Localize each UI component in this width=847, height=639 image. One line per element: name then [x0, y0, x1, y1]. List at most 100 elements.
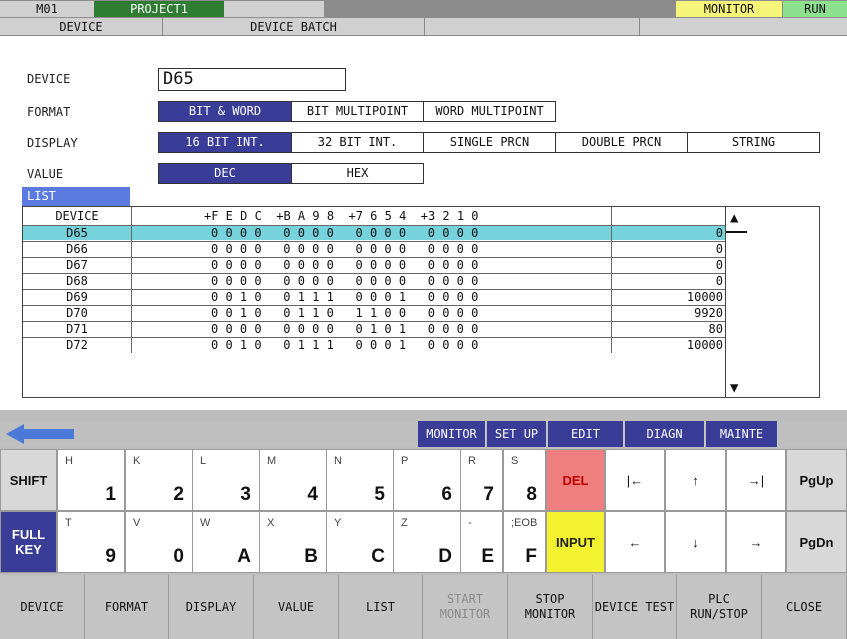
row-bits: 0 0 1 0 0 1 1 1 0 0 0 1 0 0 0 0	[131, 290, 611, 305]
nav-mainte[interactable]: MAINTE	[706, 421, 778, 447]
pgup-key[interactable]: PgUp	[786, 449, 847, 511]
scrollbar[interactable]: ▲ ▼	[725, 207, 747, 397]
fkey-device-test[interactable]: DEVICE TEST	[593, 575, 677, 639]
row-value: 0	[611, 242, 724, 257]
key-f[interactable]: ;EOB F	[503, 511, 546, 573]
list-label: LIST	[22, 187, 130, 206]
row-bits: 0 0 0 0 0 0 0 0 0 0 0 0 0 0 0 0	[131, 274, 611, 289]
table-row[interactable]: D65 0 0 0 0 0 0 0 0 0 0 0 0 0 0 0 00	[23, 225, 725, 241]
row-value: 0	[611, 258, 724, 273]
up-key[interactable]: ↑	[665, 449, 726, 511]
table-row[interactable]: D69 0 0 1 0 0 1 1 1 0 0 0 1 0 0 0 0 10000	[23, 289, 725, 305]
display-32bit[interactable]: 32 BIT INT.	[291, 132, 424, 153]
key-e[interactable]: -E	[460, 511, 503, 573]
home-key[interactable]: |←	[605, 449, 665, 511]
row-device: D67	[66, 258, 88, 272]
table-row[interactable]: D66 0 0 0 0 0 0 0 0 0 0 0 0 0 0 0 00	[23, 241, 725, 257]
format-word-multipoint[interactable]: WORD MULTIPOINT	[423, 101, 556, 122]
full-key[interactable]: FULL KEY	[0, 511, 57, 573]
tab-device-batch[interactable]: DEVICE BATCH	[163, 18, 425, 36]
nav-monitor[interactable]: MONITOR	[418, 421, 486, 447]
fkey-close[interactable]: CLOSE	[762, 575, 847, 639]
row-device: D65	[66, 226, 88, 240]
display-string[interactable]: STRING	[687, 132, 820, 153]
value-dec[interactable]: DEC	[158, 163, 292, 184]
display-double[interactable]: DOUBLE PRCN	[555, 132, 688, 153]
key-c[interactable]: YC	[326, 511, 394, 573]
key-d[interactable]: ZD	[393, 511, 461, 573]
key-shift-char: L	[200, 455, 207, 467]
scroll-up-icon[interactable]: ▲	[730, 210, 738, 226]
nav-setup[interactable]: SET UP	[487, 421, 547, 447]
key-main-char: 3	[240, 484, 251, 505]
full-key-line2: KEY	[15, 542, 42, 557]
row-bits: 0 0 1 0 0 1 1 0 1 1 0 0 0 0 0 0	[131, 306, 611, 321]
device-input[interactable]: D65	[158, 68, 346, 91]
value-hex[interactable]: HEX	[291, 163, 424, 184]
title-bar: M01 PROJECT1 MONITOR RUN	[0, 0, 847, 18]
display-label: DISPLAY	[27, 136, 78, 150]
table-row[interactable]: D70 0 0 1 0 0 1 1 0 1 1 0 0 0 0 0 0 9920	[23, 305, 725, 321]
row-value: 10000	[611, 290, 724, 305]
format-bit-word[interactable]: BIT & WORD	[158, 101, 292, 122]
key-main-char: 1	[105, 484, 116, 505]
fkey-device[interactable]: DEVICE	[0, 575, 85, 639]
key-a[interactable]: WA	[192, 511, 260, 573]
scroll-down-icon[interactable]: ▼	[730, 380, 738, 396]
key-main-char: 7	[483, 484, 494, 505]
key-shift-char: -	[468, 517, 472, 529]
key-shift-char: H	[65, 455, 73, 467]
fkey-value[interactable]: VALUE	[254, 575, 339, 639]
pgdn-key[interactable]: PgDn	[786, 511, 847, 573]
key-shift-char: S	[511, 455, 519, 467]
key-5[interactable]: N5	[326, 449, 394, 511]
key-shift-char: ;EOB	[511, 517, 538, 529]
left-key[interactable]: ←	[605, 511, 665, 573]
right-key[interactable]: →	[726, 511, 786, 573]
down-key[interactable]: ↓	[665, 511, 726, 573]
fkey-list[interactable]: LIST	[339, 575, 423, 639]
display-16bit[interactable]: 16 BIT INT.	[158, 132, 292, 153]
fkey-display[interactable]: DISPLAY	[169, 575, 254, 639]
device-label: DEVICE	[27, 72, 71, 86]
full-key-line1: FULL	[11, 527, 46, 542]
tab-device[interactable]: DEVICE	[0, 18, 163, 36]
end-key[interactable]: →|	[726, 449, 786, 511]
nav-edit[interactable]: EDIT	[548, 421, 624, 447]
del-key[interactable]: DEL	[546, 449, 605, 511]
row-bits: 0 0 1 0 0 1 1 1 0 0 0 1 0 0 0 0	[131, 338, 611, 353]
key-main-char: A	[237, 546, 251, 567]
table-row[interactable]: D68 0 0 0 0 0 0 0 0 0 0 0 0 0 0 0 00	[23, 273, 725, 289]
run-status: RUN	[783, 1, 847, 17]
format-bit-multipoint[interactable]: BIT MULTIPOINT	[291, 101, 424, 122]
fkey-start-monitor[interactable]: START MONITOR	[423, 575, 508, 639]
key-8[interactable]: S8	[503, 449, 546, 511]
key-2[interactable]: K2	[125, 449, 193, 511]
key-main-char: 0	[173, 546, 184, 567]
row-device: D66	[66, 242, 88, 256]
key-1[interactable]: H1	[57, 449, 125, 511]
fkey-stop-monitor[interactable]: STOP MONITOR	[508, 575, 593, 639]
shift-key[interactable]: SHIFT	[0, 449, 57, 511]
scroll-thumb[interactable]	[726, 231, 747, 233]
row-value: 0	[611, 274, 724, 289]
table-row[interactable]: D71 0 0 0 0 0 0 0 0 0 1 0 1 0 0 0 0 80	[23, 321, 725, 337]
input-key[interactable]: INPUT	[546, 511, 605, 573]
col-device: DEVICE	[55, 209, 99, 223]
back-arrow-icon[interactable]	[6, 424, 76, 447]
display-single[interactable]: SINGLE PRCN	[423, 132, 556, 153]
table-row[interactable]: D72 0 0 1 0 0 1 1 1 0 0 0 1 0 0 0 0 10000	[23, 337, 725, 353]
key-7[interactable]: R7	[460, 449, 503, 511]
fkey-format[interactable]: FORMAT	[85, 575, 169, 639]
table-row[interactable]: D67 0 0 0 0 0 0 0 0 0 0 0 0 0 0 0 00	[23, 257, 725, 273]
key-0[interactable]: V0	[125, 511, 193, 573]
key-6[interactable]: P6	[393, 449, 461, 511]
key-3[interactable]: L3	[192, 449, 260, 511]
nav-diagn[interactable]: DIAGN	[625, 421, 705, 447]
fkey-plc-run-stop[interactable]: PLC RUN/STOP	[677, 575, 762, 639]
key-4[interactable]: M4	[259, 449, 327, 511]
key-9[interactable]: T9	[57, 511, 125, 573]
key-b[interactable]: XB	[259, 511, 327, 573]
key-shift-char: W	[200, 517, 211, 529]
key-shift-char: Z	[401, 517, 408, 529]
